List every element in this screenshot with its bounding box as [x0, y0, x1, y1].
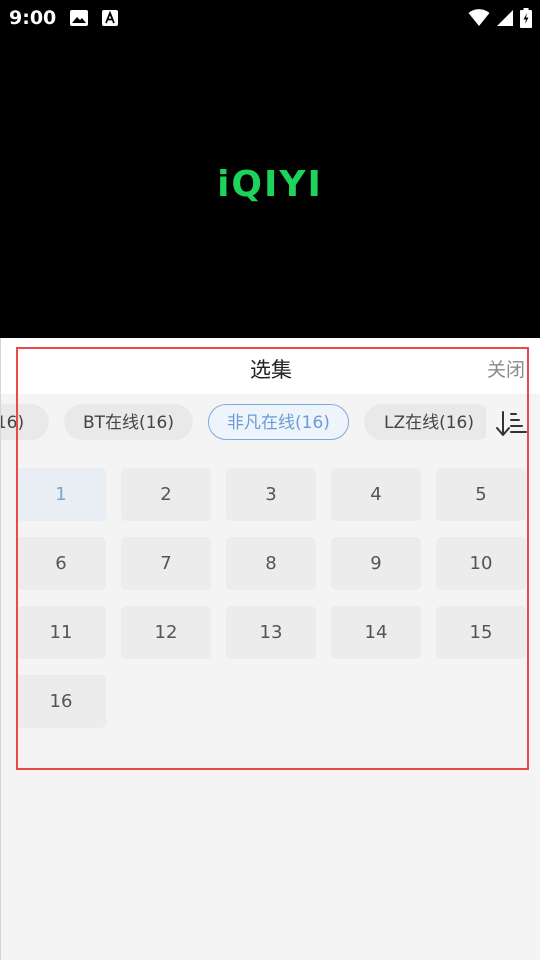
episode-button[interactable]: 14 [331, 606, 421, 659]
iqiyi-logo: iQIYI [217, 164, 323, 205]
close-button[interactable]: 关闭 [487, 355, 525, 382]
source-tabs[interactable]: 16) BT在线(16) 非凡在线(16) LZ在线(16) [1, 404, 486, 442]
wifi-icon [468, 9, 490, 31]
episode-button[interactable]: 16 [16, 675, 106, 728]
signal-icon [496, 9, 514, 31]
episode-button[interactable]: 5 [436, 468, 526, 521]
episode-button[interactable]: 9 [331, 537, 421, 590]
status-time: 9:00 [9, 7, 57, 29]
battery-icon [520, 8, 532, 32]
sort-descending-icon[interactable] [495, 410, 527, 442]
episode-button[interactable]: 6 [16, 537, 106, 590]
episode-button[interactable]: 4 [331, 468, 421, 521]
episode-button[interactable]: 2 [121, 468, 211, 521]
source-chip[interactable]: 16) [1, 404, 49, 440]
video-player[interactable]: iQIYI [0, 36, 540, 338]
episode-button[interactable]: 13 [226, 606, 316, 659]
status-bar: 9:00 [0, 0, 540, 36]
source-chip[interactable]: LZ在线(16) [364, 404, 486, 440]
episode-panel: 选集 关闭 16) BT在线(16) 非凡在线(16) LZ在线(16) 1 2… [0, 338, 540, 960]
episode-button[interactable]: 11 [16, 606, 106, 659]
panel-title: 选集 [250, 358, 292, 382]
panel-header: 选集 关闭 [1, 338, 540, 394]
episode-button[interactable]: 8 [226, 537, 316, 590]
text-a-icon [102, 10, 118, 30]
episode-button[interactable]: 12 [121, 606, 211, 659]
episode-grid: 1 2 3 4 5 6 7 8 9 10 11 12 13 14 15 16 [1, 468, 540, 738]
episode-button[interactable]: 7 [121, 537, 211, 590]
source-chip-active[interactable]: 非凡在线(16) [208, 404, 349, 440]
episode-button[interactable]: 3 [226, 468, 316, 521]
source-chip[interactable]: BT在线(16) [64, 404, 193, 440]
episode-button[interactable]: 10 [436, 537, 526, 590]
image-icon [70, 10, 88, 30]
episode-button[interactable]: 15 [436, 606, 526, 659]
episode-button-selected[interactable]: 1 [16, 468, 106, 521]
